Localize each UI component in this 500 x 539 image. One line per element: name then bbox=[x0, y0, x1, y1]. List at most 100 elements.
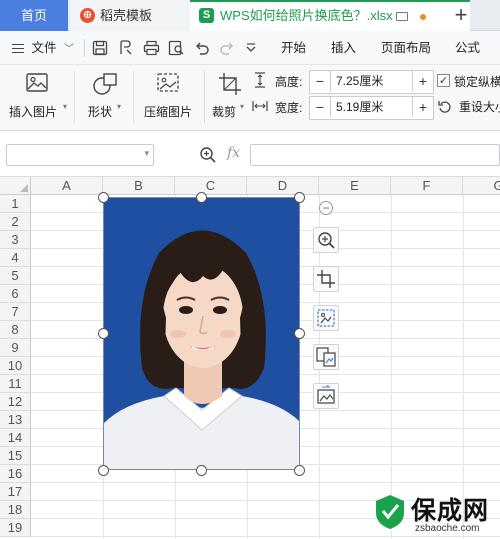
row-header-5[interactable]: 5 bbox=[0, 267, 31, 285]
resize-handle-top-left[interactable] bbox=[98, 192, 109, 203]
lock-aspect-ratio-checkbox[interactable]: ✓ 锁定纵横 bbox=[437, 73, 500, 89]
new-tab-button[interactable]: + bbox=[445, 0, 477, 31]
menu-item-insert[interactable]: 插入 bbox=[331, 31, 356, 65]
menu-item-formulas[interactable]: 公式 bbox=[455, 31, 480, 65]
row-header-15[interactable]: 15 bbox=[0, 447, 31, 465]
name-box[interactable]: ▾ bbox=[6, 144, 154, 166]
tab-template-label: 稻壳模板 bbox=[100, 8, 153, 23]
resize-handle-bottom-right[interactable] bbox=[294, 465, 305, 476]
chevron-down-icon[interactable]: ▾ bbox=[144, 148, 149, 159]
column-header-a[interactable]: A bbox=[31, 177, 103, 195]
width-increase-button[interactable]: + bbox=[412, 97, 433, 117]
row-header-8[interactable]: 8 bbox=[0, 321, 31, 339]
height-icon bbox=[255, 72, 265, 88]
insert-picture-button[interactable]: 插入图片 ▾ bbox=[6, 69, 68, 125]
watermark-url: zsbaoche.com bbox=[415, 523, 480, 534]
customize-toolbar-icon[interactable] bbox=[245, 42, 257, 54]
tab-bar: 首页 ⊕ 稻壳模板 S WPS如何给照片换底色？.xlsx + bbox=[0, 0, 500, 33]
reset-size-label: 重设大小 bbox=[459, 100, 500, 114]
replace-picture-button[interactable] bbox=[313, 383, 339, 409]
tab-document[interactable]: S WPS如何给照片换底色？.xlsx bbox=[190, 0, 470, 33]
row-header-6[interactable]: 6 bbox=[0, 285, 31, 303]
row-header-1[interactable]: 1 bbox=[0, 195, 31, 213]
column-header-c[interactable]: C bbox=[175, 177, 247, 195]
shapes-button[interactable]: 形状 ▾ bbox=[84, 69, 126, 125]
row-header-19[interactable]: 19 bbox=[0, 519, 31, 537]
formula-bar: ▾ fx bbox=[0, 131, 500, 177]
row-header-3[interactable]: 3 bbox=[0, 231, 31, 249]
shapes-icon bbox=[93, 73, 117, 95]
redo-icon[interactable] bbox=[219, 40, 235, 56]
tab-home[interactable]: 首页 bbox=[0, 0, 68, 31]
insert-picture-label: 插入图片 bbox=[9, 105, 58, 119]
print-preview-icon[interactable] bbox=[168, 40, 185, 56]
select-all-triangle-icon bbox=[20, 184, 28, 192]
reset-size-button[interactable]: 重设大小 bbox=[438, 98, 500, 114]
remove-background-icon bbox=[317, 309, 335, 327]
window-monitor-icon[interactable] bbox=[396, 12, 408, 21]
row-header-2[interactable]: 2 bbox=[0, 213, 31, 231]
shapes-label: 形状 bbox=[88, 105, 113, 119]
width-input[interactable]: 5.19厘米 bbox=[332, 97, 411, 117]
row-header-7[interactable]: 7 bbox=[0, 303, 31, 321]
spreadsheet-icon: S bbox=[199, 8, 214, 23]
row-header-14[interactable]: 14 bbox=[0, 429, 31, 447]
row-header-16[interactable]: 16 bbox=[0, 465, 31, 483]
picture-background-button[interactable] bbox=[313, 305, 339, 331]
row-header-18[interactable]: 18 bbox=[0, 501, 31, 519]
resize-handle-right[interactable] bbox=[294, 328, 305, 339]
dropdown-arrow-icon: ▾ bbox=[117, 102, 122, 111]
zoom-picture-button[interactable] bbox=[313, 227, 339, 253]
crop-tool-button[interactable] bbox=[313, 266, 339, 292]
resize-handle-top-right[interactable] bbox=[294, 192, 305, 203]
column-header-b[interactable]: B bbox=[103, 177, 175, 195]
divider bbox=[133, 71, 134, 123]
export-pdf-icon[interactable] bbox=[118, 40, 134, 56]
picture-to-text-button[interactable] bbox=[313, 344, 339, 370]
height-increase-button[interactable]: + bbox=[412, 71, 433, 91]
site-watermark: 保成网 zsbaoche.com bbox=[365, 487, 500, 539]
save-icon[interactable] bbox=[92, 40, 108, 56]
column-header-e[interactable]: E bbox=[319, 177, 391, 195]
docer-logo-icon: ⊕ bbox=[80, 8, 95, 23]
menu-item-page-layout[interactable]: 页面布局 bbox=[381, 31, 431, 65]
resize-handle-bottom-left[interactable] bbox=[98, 465, 109, 476]
divider bbox=[204, 71, 205, 123]
collapse-toolbar-icon[interactable]: − bbox=[319, 201, 333, 215]
resize-handle-left[interactable] bbox=[98, 328, 109, 339]
file-menu[interactable]: 文件 ﹀ bbox=[12, 31, 74, 65]
print-icon[interactable] bbox=[143, 40, 160, 56]
row-header-11[interactable]: 11 bbox=[0, 375, 31, 393]
menu-item-start[interactable]: 开始 bbox=[281, 31, 306, 65]
row-header-9[interactable]: 9 bbox=[0, 339, 31, 357]
height-input[interactable]: 7.25厘米 bbox=[332, 71, 411, 91]
height-decrease-button[interactable]: − bbox=[310, 71, 331, 91]
resize-handle-top[interactable] bbox=[196, 192, 207, 203]
height-label: 高度: bbox=[275, 75, 303, 89]
select-all-corner[interactable] bbox=[0, 177, 31, 195]
function-icon[interactable]: fx bbox=[227, 145, 240, 161]
row-header-17[interactable]: 17 bbox=[0, 483, 31, 501]
crop-button[interactable]: 裁剪 ▾ bbox=[209, 69, 249, 125]
shield-logo-icon bbox=[376, 495, 404, 529]
height-stepper[interactable]: − 7.25厘米 + bbox=[309, 70, 434, 94]
column-header-g[interactable]: G bbox=[463, 177, 500, 195]
crop-icon bbox=[317, 270, 335, 288]
resize-handle-bottom[interactable] bbox=[196, 465, 207, 476]
width-stepper[interactable]: − 5.19厘米 + bbox=[309, 96, 434, 120]
row-header-10[interactable]: 10 bbox=[0, 357, 31, 375]
undo-icon[interactable] bbox=[194, 40, 210, 56]
width-decrease-button[interactable]: − bbox=[310, 97, 331, 117]
row-header-4[interactable]: 4 bbox=[0, 249, 31, 267]
picture-tools-ribbon: 插入图片 ▾ 形状 ▾ 压缩图片 裁剪 ▾ 高度: − 7.25厘米 + 宽度:… bbox=[0, 65, 500, 131]
formula-input[interactable] bbox=[250, 144, 500, 166]
dropdown-arrow-icon: ▾ bbox=[63, 102, 68, 111]
id-photo-picture[interactable] bbox=[103, 197, 300, 470]
compress-picture-button[interactable]: 压缩图片 bbox=[141, 69, 197, 125]
column-header-d[interactable]: D bbox=[247, 177, 319, 195]
width-label: 宽度: bbox=[275, 101, 303, 115]
row-header-12[interactable]: 12 bbox=[0, 393, 31, 411]
row-header-13[interactable]: 13 bbox=[0, 411, 31, 429]
zoom-lookup-icon[interactable] bbox=[199, 146, 217, 164]
column-header-f[interactable]: F bbox=[391, 177, 463, 195]
